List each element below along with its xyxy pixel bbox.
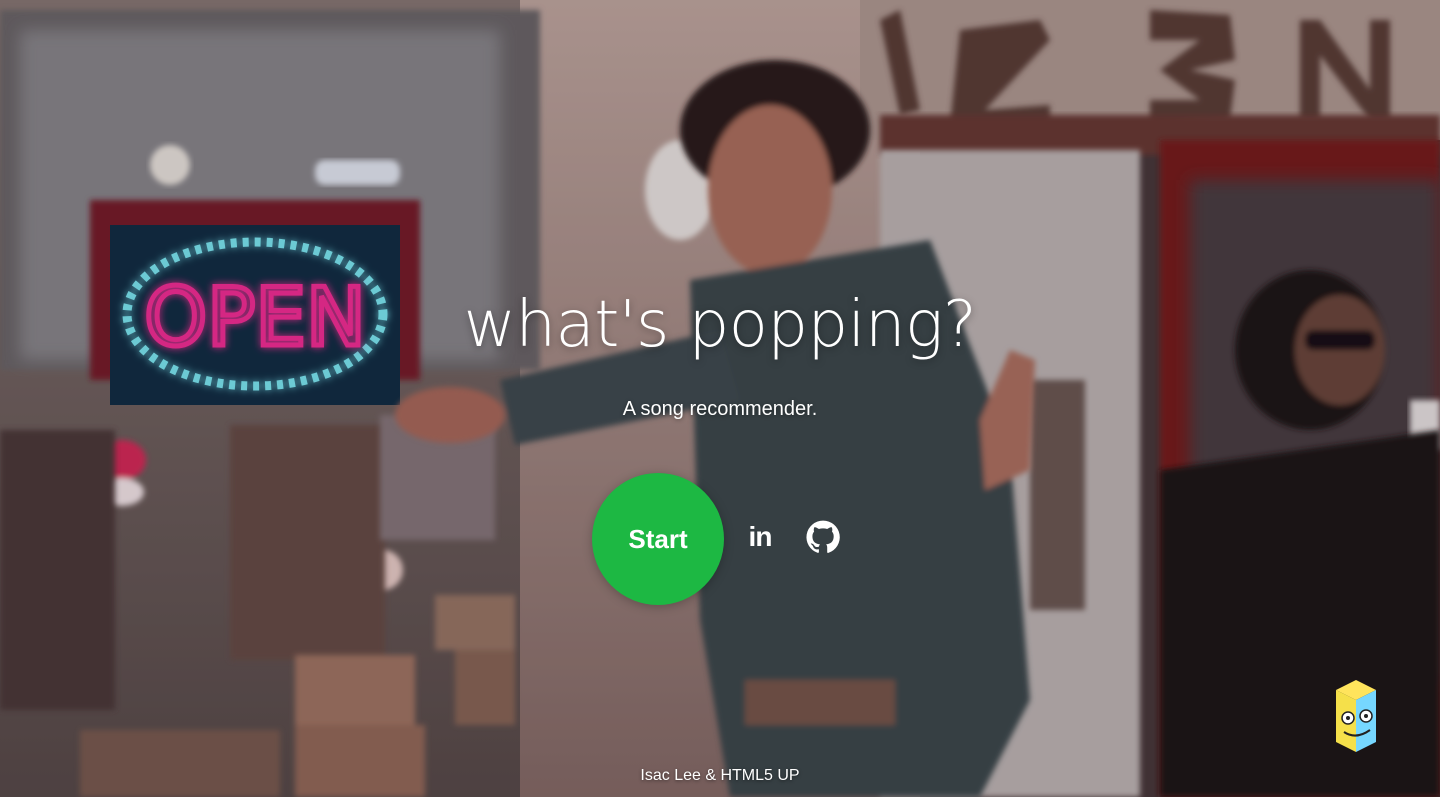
lemonade-carton-icon [1336,680,1376,752]
github-icon [806,520,840,553]
start-button[interactable]: Start [592,473,724,605]
github-link[interactable] [803,517,843,557]
page-title: what's popping? [463,288,977,362]
hero-section: what's popping? A song recommender. Star… [0,0,1440,797]
linkedin-icon: in [748,521,773,552]
footer-credit: Isac Lee & HTML5 UP [640,767,800,784]
linkedin-link[interactable]: in [740,517,780,557]
page-subtitle: A song recommender. [622,398,818,420]
